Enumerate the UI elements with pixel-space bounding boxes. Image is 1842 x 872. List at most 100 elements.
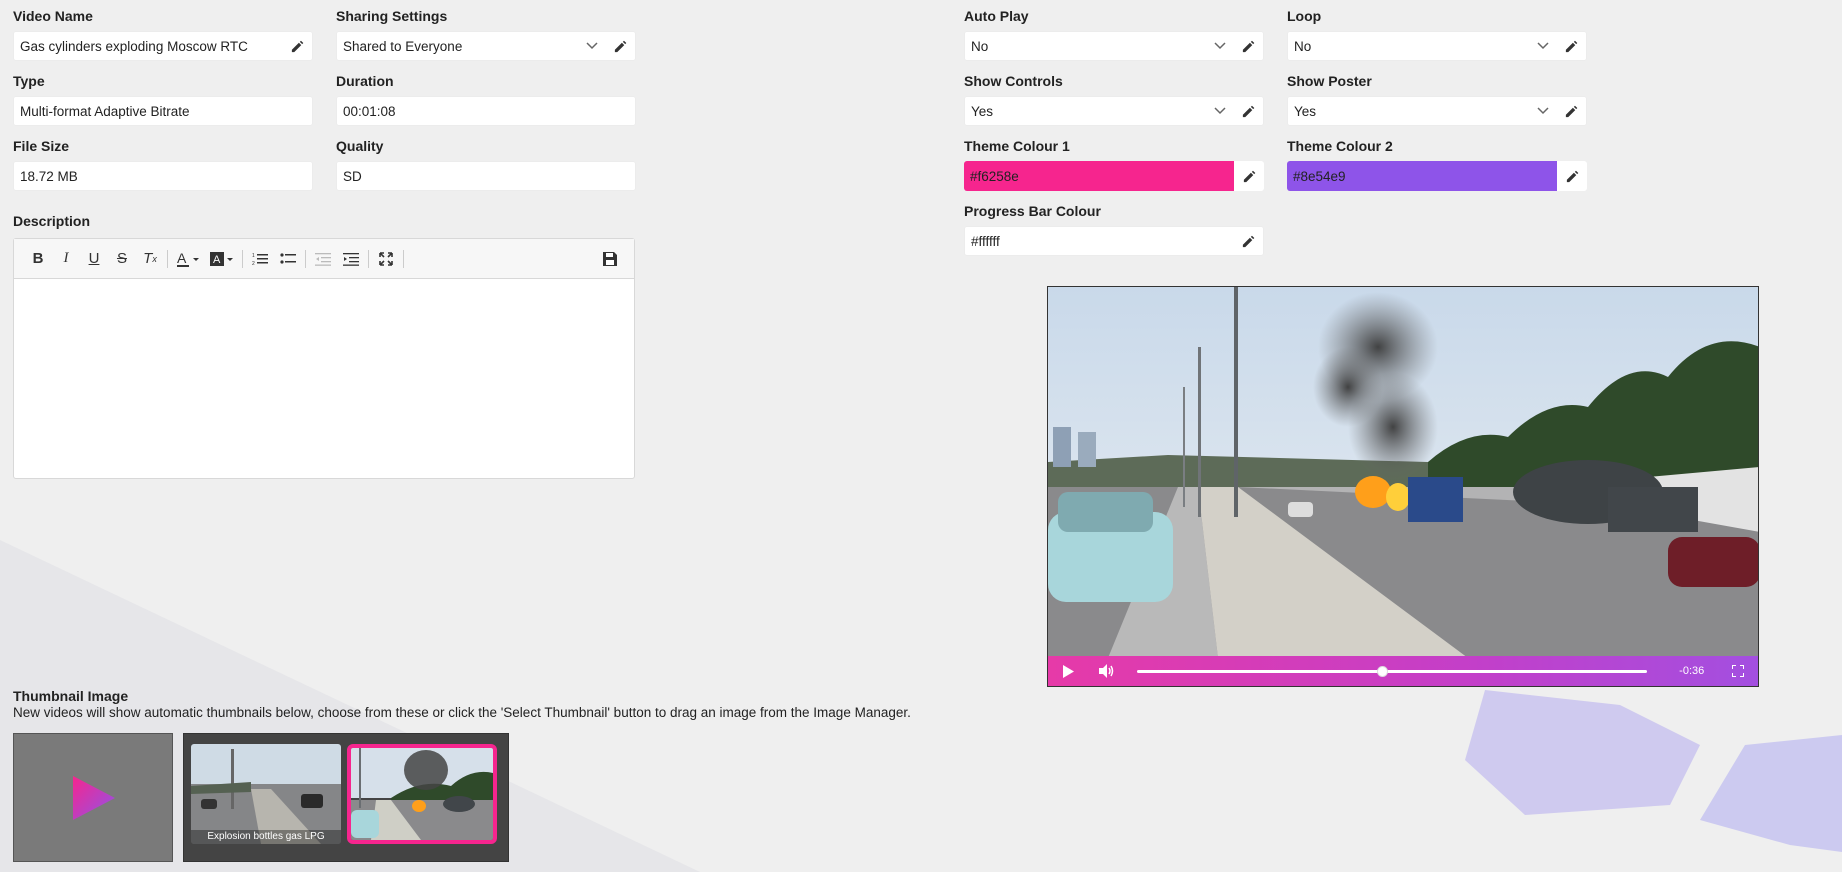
- select-thumbnail-button[interactable]: [13, 733, 173, 862]
- theme-colour-2-edit-button[interactable]: [1557, 161, 1587, 191]
- pencil-icon: [1566, 170, 1578, 182]
- thumbnail-1-image: [191, 744, 341, 844]
- play-logo-icon: [73, 775, 115, 820]
- auto-play-label: Auto Play: [964, 8, 1029, 24]
- quality-label: Quality: [336, 138, 384, 154]
- duration-field: Duration 00:01:08: [336, 72, 636, 126]
- chevron-down-icon[interactable]: [1207, 31, 1233, 61]
- highlight-icon: A: [210, 251, 233, 266]
- show-controls-value: Yes: [971, 103, 994, 119]
- loop-edit-button[interactable]: [1556, 31, 1586, 61]
- progress-bar-colour-edit-button[interactable]: [1233, 226, 1263, 256]
- show-controls-select[interactable]: Yes: [964, 96, 1264, 126]
- video-name-input[interactable]: Gas cylinders exploding Moscow RTC: [13, 31, 313, 61]
- progress-bar-colour-value: #ffffff: [971, 233, 1000, 249]
- pencil-icon: [1242, 105, 1254, 117]
- fullscreen-editor-button[interactable]: [372, 245, 400, 273]
- show-poster-field: Show Poster Yes: [1287, 72, 1587, 126]
- show-poster-select[interactable]: Yes: [1287, 96, 1587, 126]
- player-controls: -0:36: [1048, 656, 1758, 686]
- fullscreen-button[interactable]: [1719, 656, 1758, 686]
- expand-icon: [379, 251, 393, 266]
- chevron-down-icon[interactable]: [1207, 96, 1233, 126]
- italic-button[interactable]: I: [52, 245, 80, 273]
- fullscreen-icon: [1732, 665, 1745, 677]
- video-name-field: Video Name Gas cylinders exploding Mosco…: [13, 7, 313, 61]
- thumbnail-2-image: [351, 748, 493, 840]
- svg-text:2: 2: [252, 261, 255, 266]
- bold-button[interactable]: B: [24, 245, 52, 273]
- chevron-down-icon[interactable]: [579, 31, 605, 61]
- progress-bar-colour-input[interactable]: #ffffff: [964, 226, 1264, 256]
- auto-play-edit-button[interactable]: [1233, 31, 1263, 61]
- theme-colour-1-swatch[interactable]: #f6258e: [964, 161, 1234, 191]
- description-editor[interactable]: B I U S Tx A A 12: [13, 238, 635, 479]
- show-controls-edit-button[interactable]: [1233, 96, 1263, 126]
- outdent-button[interactable]: [309, 245, 337, 273]
- description-label: Description: [13, 213, 91, 229]
- editor-toolbar: B I U S Tx A A 12: [14, 239, 634, 279]
- thumbnail-description: New videos will show automatic thumbnail…: [13, 705, 911, 720]
- background-color-button[interactable]: A: [205, 245, 239, 273]
- volume-button[interactable]: [1087, 656, 1126, 686]
- indent-button[interactable]: [337, 245, 365, 273]
- theme-colour-2-input[interactable]: #8e54e9: [1287, 161, 1587, 191]
- show-controls-label: Show Controls: [964, 73, 1063, 89]
- video-player[interactable]: -0:36: [1047, 286, 1759, 687]
- floppy-disk-icon: [603, 252, 617, 266]
- theme-colour-2-swatch[interactable]: #8e54e9: [1287, 161, 1557, 191]
- video-name-value: Gas cylinders exploding Moscow RTC: [20, 38, 248, 54]
- theme-colour-1-label: Theme Colour 1: [964, 138, 1070, 154]
- loop-label: Loop: [1287, 8, 1322, 24]
- auto-play-select[interactable]: No: [964, 31, 1264, 61]
- pencil-icon: [1243, 170, 1255, 182]
- save-button[interactable]: [596, 245, 624, 273]
- loop-value: No: [1294, 38, 1312, 54]
- pencil-icon: [1242, 40, 1254, 52]
- show-poster-edit-button[interactable]: [1556, 96, 1586, 126]
- chevron-down-icon[interactable]: [1530, 31, 1556, 61]
- type-label: Type: [13, 73, 45, 89]
- auto-play-field: Auto Play No: [964, 7, 1264, 61]
- loop-field: Loop No: [1287, 7, 1587, 61]
- progress-handle[interactable]: [1376, 665, 1388, 677]
- toolbar-divider: [368, 249, 369, 268]
- thumbnail-option-1[interactable]: Explosion bottles gas LPG: [191, 744, 341, 844]
- toolbar-divider: [403, 249, 404, 268]
- sharing-settings-edit-button[interactable]: [605, 31, 635, 61]
- strikethrough-button[interactable]: S: [108, 245, 136, 273]
- text-color-icon: A: [177, 250, 199, 267]
- ordered-list-button[interactable]: 12: [246, 245, 274, 273]
- quality-field: Quality SD: [336, 137, 636, 191]
- time-remaining: -0:36: [1679, 665, 1705, 677]
- pencil-icon: [1565, 105, 1577, 117]
- duration-input: 00:01:08: [336, 96, 636, 126]
- video-name-edit-button[interactable]: [282, 31, 312, 61]
- svg-text:A: A: [177, 250, 187, 266]
- progress-bar[interactable]: [1136, 665, 1648, 677]
- type-value: Multi-format Adaptive Bitrate: [20, 103, 190, 119]
- text-color-button[interactable]: A: [171, 245, 205, 273]
- theme-colour-1-input[interactable]: #f6258e: [964, 161, 1264, 191]
- thumbnail-option-2-selected[interactable]: [347, 744, 497, 844]
- play-icon: [1062, 664, 1074, 678]
- progress-bar-colour-label: Progress Bar Colour: [964, 203, 1101, 219]
- play-button[interactable]: [1048, 656, 1087, 686]
- pencil-icon: [614, 40, 626, 52]
- duration-value: 00:01:08: [343, 103, 396, 119]
- theme-colour-2-label: Theme Colour 2: [1287, 138, 1393, 154]
- pencil-icon: [291, 40, 303, 52]
- show-poster-value: Yes: [1294, 103, 1317, 119]
- bullet-list-icon: [280, 252, 296, 264]
- pencil-icon: [1242, 235, 1254, 247]
- bullet-list-button[interactable]: [274, 245, 302, 273]
- toolbar-divider: [167, 249, 168, 268]
- underline-button[interactable]: U: [80, 245, 108, 273]
- sharing-settings-select[interactable]: Shared to Everyone: [336, 31, 636, 61]
- clear-format-button[interactable]: Tx: [136, 245, 164, 273]
- loop-select[interactable]: No: [1287, 31, 1587, 61]
- chevron-down-icon[interactable]: [1530, 96, 1556, 126]
- pencil-icon: [1565, 40, 1577, 52]
- svg-text:1: 1: [252, 253, 255, 259]
- theme-colour-1-edit-button[interactable]: [1234, 161, 1264, 191]
